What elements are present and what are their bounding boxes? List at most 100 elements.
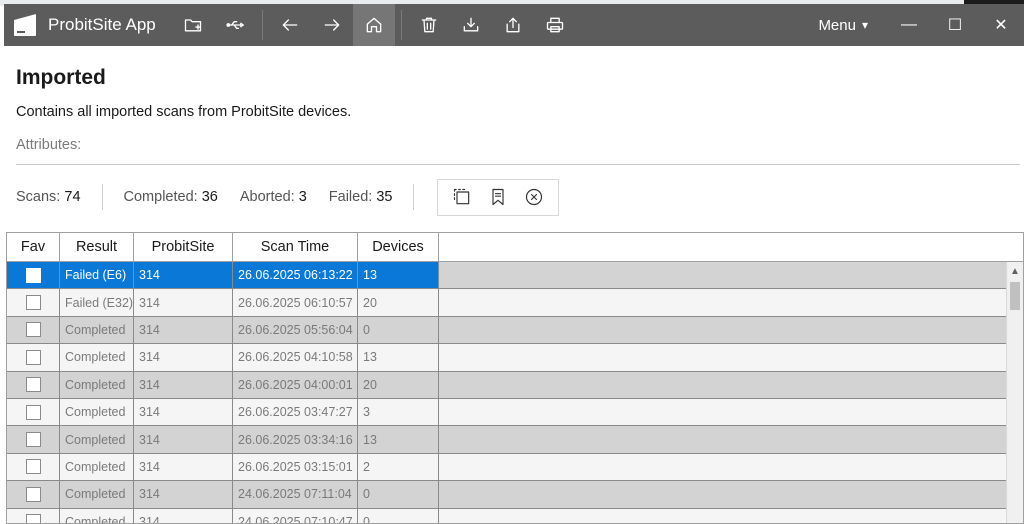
cell-result: Failed (E6) bbox=[60, 262, 134, 289]
column-header-result[interactable]: Result bbox=[60, 233, 134, 261]
cell-scan-time: 26.06.2025 06:10:57 bbox=[233, 289, 358, 316]
cell-filler bbox=[439, 344, 1006, 370]
delete-button[interactable] bbox=[408, 4, 450, 46]
cell-result: Completed bbox=[60, 371, 134, 398]
cell-filler bbox=[439, 426, 1006, 452]
fav-checkbox[interactable] bbox=[25, 404, 41, 420]
fav-checkbox[interactable] bbox=[25, 349, 41, 365]
vertical-scrollbar[interactable]: ▲ bbox=[1006, 262, 1023, 523]
cell-probitsite: 314 bbox=[134, 508, 233, 523]
select-all-button[interactable] bbox=[444, 181, 480, 213]
home-button[interactable] bbox=[352, 4, 395, 46]
cell-devices: 13 bbox=[358, 262, 439, 289]
column-header-devices[interactable]: Devices bbox=[358, 233, 439, 261]
menu-button[interactable]: Menu ▾ bbox=[800, 4, 886, 46]
cell-scan-time: 24.06.2025 07:11:04 bbox=[233, 481, 358, 508]
table-row[interactable]: Failed (E6) 314 26.06.2025 06:13:22 13 bbox=[7, 262, 1023, 290]
cell-filler bbox=[439, 399, 1006, 425]
cell-devices: 2 bbox=[358, 453, 439, 481]
cell-scan-time: 26.06.2025 03:34:16 bbox=[233, 426, 358, 453]
table-header: Fav Result ProbitSite Scan Time Devices bbox=[7, 233, 1023, 262]
cell-fav bbox=[7, 508, 60, 523]
cell-scan-time: 26.06.2025 05:56:04 bbox=[233, 316, 358, 344]
column-header-probitsite[interactable]: ProbitSite bbox=[134, 233, 233, 261]
stat-aborted-label: Aborted: bbox=[239, 189, 295, 205]
table-row[interactable]: Completed 314 24.06.2025 07:10:47 0 bbox=[7, 508, 1023, 523]
home-icon bbox=[366, 17, 382, 33]
export-button[interactable] bbox=[492, 4, 534, 46]
fav-checkbox[interactable] bbox=[25, 486, 41, 502]
close-button[interactable]: ✕ bbox=[978, 4, 1024, 46]
stat-completed: Completed: 36 bbox=[124, 189, 218, 205]
stats-separator bbox=[101, 184, 103, 210]
cell-filler bbox=[439, 289, 1006, 315]
column-header-filler bbox=[439, 233, 1023, 261]
stat-aborted-value: 3 bbox=[298, 189, 307, 205]
column-header-scan-time[interactable]: Scan Time bbox=[233, 233, 358, 261]
cell-probitsite: 314 bbox=[134, 344, 233, 371]
title-bar: ProbitSite App Menu ▾ — ☐ ✕ bbox=[4, 4, 1024, 46]
stat-failed-value: 35 bbox=[376, 189, 393, 205]
cell-scan-time: 26.06.2025 04:00:01 bbox=[233, 371, 358, 398]
table-row[interactable]: Completed 314 26.06.2025 03:15:01 2 bbox=[7, 453, 1023, 482]
minimize-button[interactable]: — bbox=[886, 4, 932, 46]
maximize-button[interactable]: ☐ bbox=[932, 4, 978, 46]
table-row[interactable]: Completed 314 26.06.2025 05:56:04 0 bbox=[7, 316, 1023, 345]
chevron-down-icon: ▾ bbox=[861, 18, 868, 32]
cell-devices: 20 bbox=[358, 289, 439, 316]
table-body: Failed (E6) 314 26.06.2025 06:13:22 13 Faile… bbox=[7, 262, 1023, 523]
import-button[interactable] bbox=[450, 4, 492, 46]
toolbar-separator bbox=[400, 10, 402, 40]
cell-filler bbox=[439, 481, 1006, 507]
cell-fav bbox=[7, 398, 60, 426]
table-row[interactable]: Completed 314 26.06.2025 04:00:01 20 bbox=[7, 371, 1023, 399]
fav-checkbox[interactable] bbox=[25, 514, 41, 523]
fav-checkbox[interactable] bbox=[25, 295, 41, 311]
new-folder-button[interactable] bbox=[172, 4, 214, 46]
fav-checkbox[interactable] bbox=[25, 432, 41, 448]
app-title: ProbitSite App bbox=[48, 15, 156, 34]
bookmark-button[interactable] bbox=[480, 181, 516, 213]
print-button[interactable] bbox=[534, 4, 576, 46]
cell-filler bbox=[439, 262, 1006, 288]
usb-icon bbox=[226, 21, 244, 30]
table-row[interactable]: Completed 314 26.06.2025 03:47:27 3 bbox=[7, 398, 1023, 427]
table-row[interactable]: Failed (E32) 314 26.06.2025 06:10:57 20 bbox=[7, 289, 1023, 317]
table-row[interactable]: Completed 314 26.06.2025 03:34:16 13 bbox=[7, 426, 1023, 454]
back-button[interactable] bbox=[269, 4, 311, 46]
forward-button[interactable] bbox=[311, 4, 353, 46]
table-row[interactable]: Completed 314 26.06.2025 04:10:58 13 bbox=[7, 344, 1023, 372]
header-divider bbox=[16, 164, 1020, 165]
cell-fav bbox=[7, 316, 60, 344]
cell-devices: 0 bbox=[358, 316, 439, 344]
cancel-button[interactable] bbox=[516, 181, 552, 213]
cell-probitsite: 314 bbox=[134, 316, 233, 344]
cell-fav bbox=[7, 426, 60, 453]
usb-button[interactable] bbox=[214, 4, 256, 46]
download-icon bbox=[463, 17, 479, 32]
fav-checkbox[interactable] bbox=[25, 322, 41, 338]
stats-bar: Scans: 74 Completed: 36 Aborted: 3 Faile… bbox=[16, 178, 560, 216]
cell-filler bbox=[439, 454, 1006, 480]
cell-devices: 0 bbox=[358, 481, 439, 508]
fav-checkbox[interactable] bbox=[25, 377, 41, 393]
cell-scan-time: 26.06.2025 06:13:22 bbox=[233, 262, 358, 289]
cell-probitsite: 314 bbox=[134, 426, 233, 453]
cell-result: Completed bbox=[60, 453, 134, 481]
table-row[interactable]: Completed 314 24.06.2025 07:11:04 0 bbox=[7, 481, 1023, 509]
cell-fav bbox=[7, 481, 60, 508]
scroll-up-icon[interactable]: ▲ bbox=[1007, 262, 1023, 280]
print-icon bbox=[546, 17, 563, 33]
select-all-icon bbox=[454, 188, 470, 205]
new-folder-icon bbox=[184, 19, 201, 32]
column-header-fav[interactable]: Fav bbox=[7, 233, 60, 261]
cell-devices: 3 bbox=[358, 398, 439, 426]
cell-fav bbox=[7, 289, 60, 316]
cell-scan-time: 26.06.2025 03:15:01 bbox=[233, 453, 358, 481]
stat-scans-label: Scans: bbox=[16, 189, 61, 205]
cell-probitsite: 314 bbox=[134, 398, 233, 426]
fav-checkbox[interactable] bbox=[25, 459, 41, 475]
cell-devices: 13 bbox=[358, 344, 439, 371]
scroll-thumb[interactable] bbox=[1010, 282, 1020, 310]
fav-checkbox[interactable] bbox=[25, 267, 41, 283]
